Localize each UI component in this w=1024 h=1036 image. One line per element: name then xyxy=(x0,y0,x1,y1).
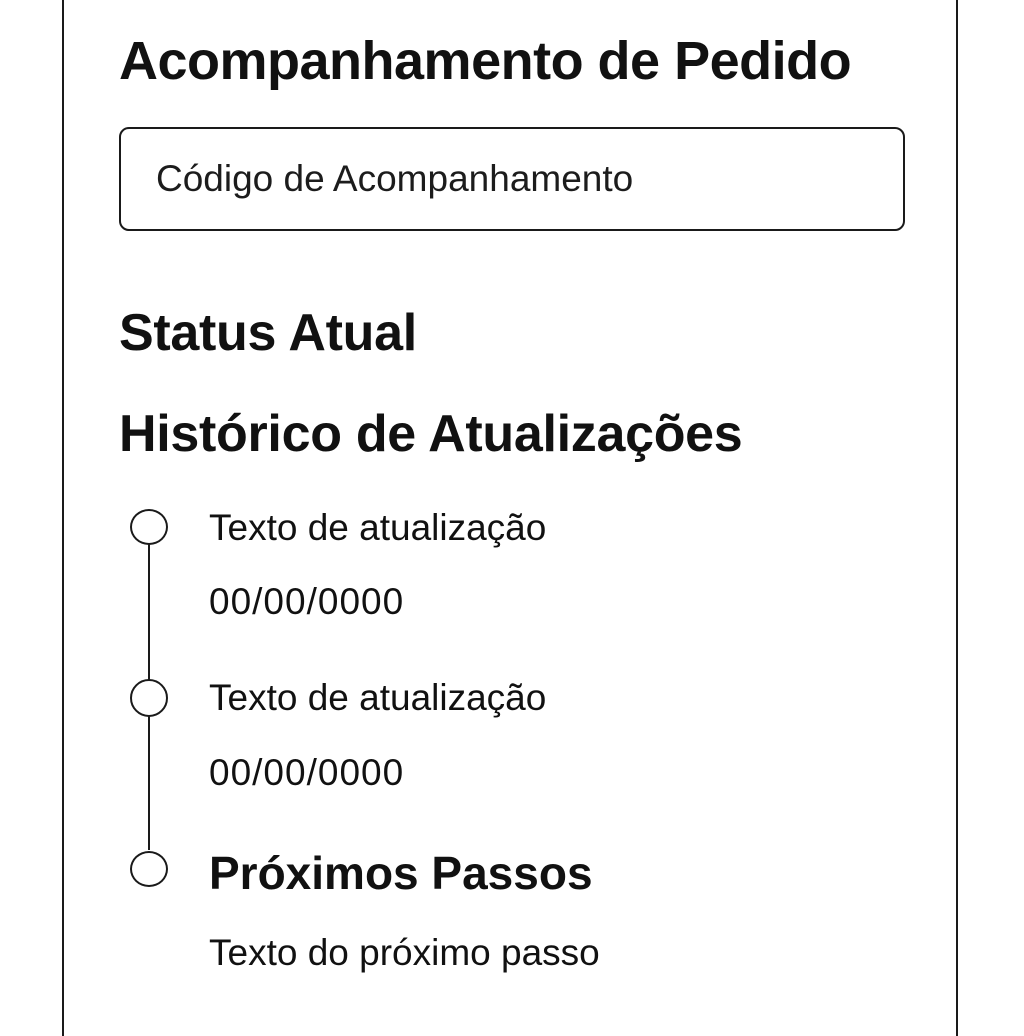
history-entry-text: Texto de atualização xyxy=(209,507,547,548)
history-entry-date: 00/00/0000 xyxy=(209,752,405,793)
history-entry-text: Texto de atualização xyxy=(209,677,547,718)
next-steps-heading: Próximos Passos xyxy=(209,847,593,899)
next-step-text: Texto do próximo passo xyxy=(209,932,600,973)
timeline-dot-icon xyxy=(130,851,168,887)
current-status-heading: Status Atual xyxy=(119,304,417,362)
timeline-dot-icon xyxy=(130,509,168,545)
tracking-code-input[interactable] xyxy=(119,127,905,231)
timeline-dot-icon xyxy=(130,679,168,717)
history-heading: Histórico de Atualizações xyxy=(119,405,743,463)
page-title: Acompanhamento de Pedido xyxy=(119,31,852,91)
history-entry-date: 00/00/0000 xyxy=(209,581,405,622)
